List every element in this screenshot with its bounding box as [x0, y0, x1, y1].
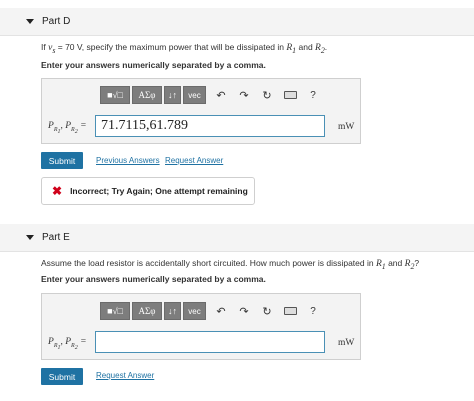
prompt-text: = 70 V — [55, 42, 82, 52]
part-d-title: Part D — [42, 16, 71, 27]
part-e-submit-button[interactable]: Submit — [41, 368, 83, 385]
part-d-equation-label: PR1, PR2 = — [48, 121, 87, 136]
greek-symbols-button[interactable]: ΑΣφ — [132, 302, 162, 320]
arrows-button[interactable]: ↓↑ — [164, 302, 181, 320]
part-d-instruction: Enter your answers numerically separated… — [41, 60, 266, 70]
previous-answers-link[interactable]: Previous Answers — [96, 156, 160, 165]
part-e-toolbar: ■√□ ΑΣφ ↓↑ vec ↶ ↷ ↻ ? — [100, 302, 323, 320]
prompt-text: and — [296, 42, 316, 52]
templates-button[interactable]: ■√□ — [100, 302, 130, 320]
redo-icon[interactable]: ↷ — [234, 86, 254, 104]
part-e-header[interactable]: Part E — [0, 224, 474, 252]
part-e-equation-label: PR1, PR2 = — [48, 337, 87, 352]
caret-down-icon[interactable] — [26, 19, 34, 24]
prompt-text: , specify the maximum power that will be… — [81, 42, 287, 52]
prompt-text: Assume the load resistor is accidentally… — [41, 258, 376, 268]
r2-symbol: R2 — [315, 43, 325, 55]
part-d-unit: mW — [338, 122, 355, 132]
prompt-text: ? — [414, 258, 420, 268]
prompt-text: . — [324, 42, 328, 52]
part-e-answer-input[interactable] — [95, 331, 325, 353]
part-d-submit-button[interactable]: Submit — [41, 152, 83, 169]
redo-icon[interactable]: ↷ — [234, 302, 254, 320]
part-d-header[interactable]: Part D — [0, 8, 474, 36]
feedback-box: ✖ Incorrect; Try Again; One attempt rema… — [41, 177, 255, 205]
arrows-button[interactable]: ↓↑ — [164, 86, 181, 104]
part-e-prompt: Assume the load resistor is accidentally… — [41, 258, 419, 271]
part-e-request-answer-link[interactable]: Request Answer — [96, 371, 154, 380]
feedback-message: Incorrect; Try Again; One attempt remain… — [70, 186, 248, 196]
reset-icon[interactable]: ↻ — [257, 302, 277, 320]
part-d-request-answer-link[interactable]: Request Answer — [165, 156, 223, 165]
x-icon: ✖ — [52, 184, 63, 198]
part-e-instruction: Enter your answers numerically separated… — [41, 274, 266, 284]
vec-button[interactable]: vec — [183, 86, 206, 104]
vec-button[interactable]: vec — [183, 302, 206, 320]
r1-symbol: R1 — [375, 259, 386, 271]
r1-symbol: R1 — [286, 43, 297, 55]
caret-down-icon[interactable] — [26, 235, 34, 240]
keyboard-icon[interactable] — [280, 302, 300, 320]
templates-button[interactable]: ■√□ — [100, 86, 130, 104]
undo-icon[interactable]: ↶ — [211, 302, 231, 320]
part-e-title: Part E — [42, 232, 70, 243]
part-d-toolbar: ■√□ ΑΣφ ↓↑ vec ↶ ↷ ↻ ? — [100, 86, 323, 104]
help-icon[interactable]: ? — [303, 302, 323, 320]
greek-symbols-button[interactable]: ΑΣφ — [132, 86, 162, 104]
prompt-text: and — [385, 258, 405, 268]
part-e-unit: mW — [338, 338, 355, 348]
r2-symbol: R2 — [404, 259, 415, 271]
part-d-prompt: If vs = 70 V, specify the maximum power … — [41, 42, 327, 55]
undo-icon[interactable]: ↶ — [211, 86, 231, 104]
keyboard-icon[interactable] — [280, 86, 300, 104]
reset-icon[interactable]: ↻ — [257, 86, 277, 104]
part-d-answer-input[interactable]: 71.7115,61.789 — [95, 115, 325, 137]
help-icon[interactable]: ? — [303, 86, 323, 104]
